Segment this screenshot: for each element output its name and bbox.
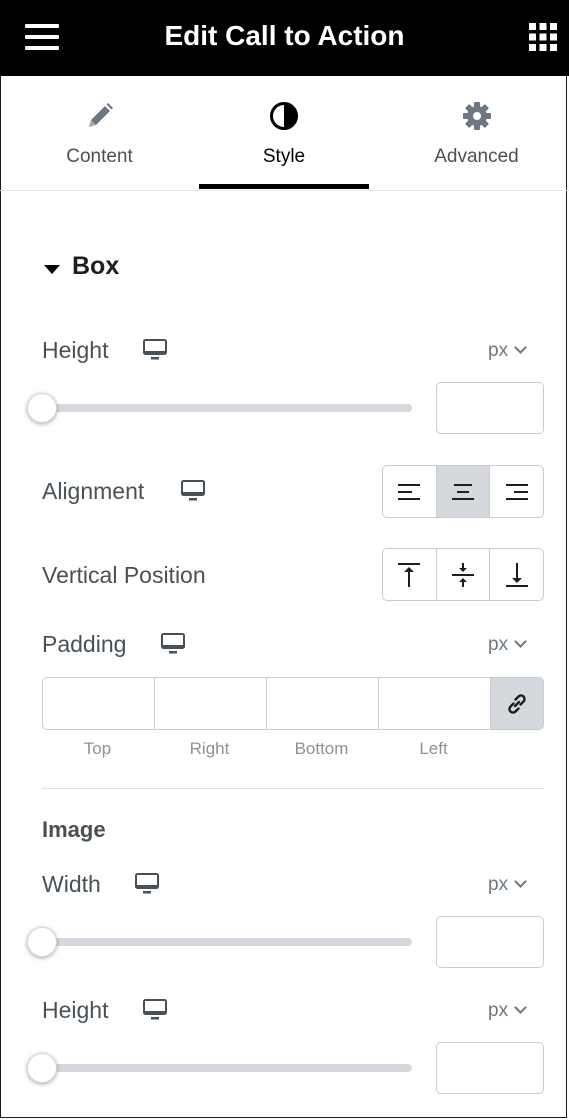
align-center-button[interactable] (436, 466, 491, 517)
align-left-button[interactable] (383, 466, 437, 517)
section-title-box[interactable]: Box (72, 252, 119, 281)
padding-right-label: Right (189, 739, 230, 758)
desktop-icon[interactable] (135, 873, 159, 895)
grid-icon[interactable] (529, 23, 557, 51)
padding-right-input[interactable] (155, 678, 267, 729)
tab-style[interactable]: Style (199, 76, 369, 190)
vertical-bottom-button[interactable] (490, 549, 543, 600)
vertical-position-button-group (382, 548, 544, 601)
section-divider (42, 788, 544, 789)
image-height-input[interactable] (436, 1042, 544, 1094)
tab-label: Content (66, 146, 133, 167)
align-right-button[interactable] (490, 466, 543, 517)
align-bottom-icon (505, 562, 528, 587)
panel-header: Edit Call to Action (0, 0, 569, 76)
panel-title: Edit Call to Action (164, 20, 405, 51)
height-slider[interactable] (42, 404, 412, 412)
vertical-position-label: Vertical Position (42, 562, 206, 588)
height-unit-select[interactable]: px (488, 340, 527, 362)
width-input[interactable] (436, 916, 544, 968)
image-height-slider[interactable] (42, 1064, 412, 1072)
padding-bottom-label: Bottom (294, 739, 349, 758)
chevron-down-icon (514, 341, 527, 354)
width-slider-handle[interactable] (27, 927, 57, 957)
desktop-icon[interactable] (143, 999, 167, 1021)
tab-label: Style (262, 146, 306, 167)
link-values-button[interactable] (491, 678, 543, 729)
padding-unit-select[interactable]: px (488, 634, 527, 656)
alignment-label: Alignment (42, 478, 145, 504)
desktop-icon[interactable] (181, 480, 205, 502)
gear-icon (462, 102, 491, 130)
half-circle-icon (270, 102, 298, 130)
vertical-middle-button[interactable] (437, 549, 491, 600)
padding-top-input[interactable] (43, 678, 155, 729)
desktop-icon[interactable] (161, 633, 185, 655)
desktop-icon[interactable] (143, 339, 167, 361)
chevron-down-icon (514, 635, 527, 648)
align-center-icon (452, 483, 474, 500)
align-left-icon (398, 483, 421, 500)
alignment-button-group (382, 465, 544, 518)
pencil-icon (88, 103, 113, 127)
padding-left-input[interactable] (379, 678, 491, 729)
padding-left-label: Left (419, 739, 448, 758)
image-height-slider-handle[interactable] (27, 1053, 57, 1083)
width-slider[interactable] (42, 938, 412, 946)
chevron-down-icon (514, 1001, 527, 1014)
align-middle-icon (452, 562, 474, 587)
padding-bottom-input[interactable] (267, 678, 379, 729)
padding-inputs (42, 677, 544, 730)
tab-content[interactable]: Content (0, 76, 199, 190)
editor-tabs: Content Style Advanced (0, 76, 569, 191)
tab-label: Advanced (434, 146, 519, 167)
vertical-top-button[interactable] (383, 549, 437, 600)
chevron-down-icon (514, 875, 527, 888)
active-tab-indicator (199, 184, 369, 189)
height-slider-handle[interactable] (27, 393, 57, 423)
height-label: Height (42, 337, 109, 363)
width-unit-select[interactable]: px (488, 874, 527, 896)
height-input[interactable] (436, 382, 544, 434)
image-height-label: Height (42, 997, 109, 1023)
width-label: Width (42, 871, 101, 897)
caret-down-icon[interactable] (44, 265, 60, 274)
align-top-icon (398, 562, 421, 587)
padding-top-label: Top (83, 739, 112, 758)
link-icon (508, 693, 526, 714)
image-height-unit-select[interactable]: px (488, 1000, 527, 1022)
image-heading: Image (42, 817, 106, 842)
tab-advanced[interactable]: Advanced (384, 76, 569, 190)
padding-label: Padding (42, 631, 127, 657)
align-right-icon (505, 483, 528, 500)
